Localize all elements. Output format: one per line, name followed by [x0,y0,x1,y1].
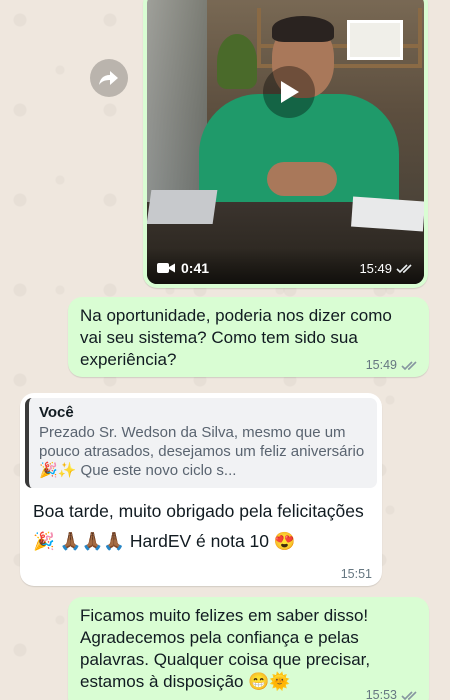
message-text: Boa tarde, muito obrigado pela felicitaç… [33,501,364,551]
video-duration: 0:41 [157,260,209,276]
quote-author: Você [39,404,74,421]
incoming-message[interactable]: Você Prezado Sr. Wedson da Silva, mesmo … [20,393,382,586]
message-time-label: 15:53 [365,688,397,700]
message-timestamp: 15:49 [366,358,419,372]
message-timestamp: 15:53 [366,688,419,700]
double-check-icon [401,360,417,370]
quote-text: Prezado Sr. Wedson da Silva, mesmo que u… [39,424,365,479]
video-camera-icon [157,263,175,273]
message-text: Na oportunidade, poderia nos dizer como … [80,306,392,369]
double-check-icon [401,690,417,700]
video-timestamp: 15:49 [359,261,414,276]
message-time-label: 15:51 [340,567,372,581]
thumbnail-laptop [147,190,218,224]
play-button[interactable] [263,66,315,118]
outgoing-message[interactable]: Ficamos muito felizes em saber disso! Ag… [68,597,429,700]
message-text: Ficamos muito felizes em saber disso! Ag… [80,606,371,691]
double-check-icon [396,264,412,274]
message-timestamp: 15:51 [341,567,372,581]
thumbnail-picture-frame [347,20,403,60]
outgoing-message[interactable]: Na oportunidade, poderia nos dizer como … [68,297,429,377]
play-icon [281,81,299,103]
forward-icon [99,71,118,85]
message-time-label: 15:49 [365,358,397,372]
thumbnail-papers [351,196,424,232]
quoted-message[interactable]: Você Prezado Sr. Wedson da Silva, mesmo … [25,398,377,488]
video-time-label: 15:49 [359,261,392,276]
thumbnail-plant [217,34,257,89]
video-duration-label: 0:41 [181,260,210,276]
forward-button[interactable] [90,59,128,97]
video-thumbnail[interactable]: 0:41 15:49 [147,0,424,284]
video-message[interactable]: 0:41 15:49 [143,0,428,288]
